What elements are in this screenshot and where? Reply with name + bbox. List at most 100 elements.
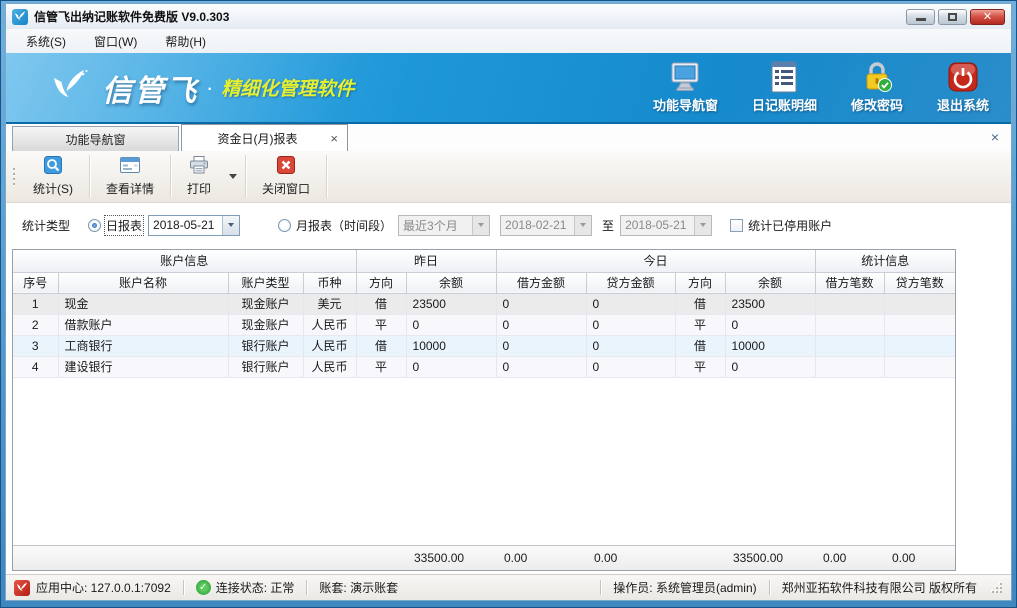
table-cell: 现金账户 (228, 293, 303, 314)
col-header-account-type[interactable]: 账户类型 (228, 272, 303, 293)
stopped-accounts-label[interactable]: 统计已停用账户 (748, 217, 832, 234)
lock-icon (860, 61, 894, 93)
summary-cell: 0.00 (586, 551, 675, 565)
monthly-preset-dropdown-arrow (472, 216, 489, 235)
table-cell: 建设银行 (58, 356, 228, 377)
monthly-report-radio[interactable] (278, 219, 291, 232)
detail-form-icon (120, 156, 140, 177)
daily-date-dropdown-arrow[interactable] (222, 216, 239, 235)
table-row[interactable]: 4建设银行银行账户人民币平000平0 (13, 356, 955, 377)
daily-report-radio[interactable] (88, 219, 101, 232)
table-cell: 平 (675, 314, 725, 335)
maximize-button[interactable] (938, 9, 967, 25)
table-cell (884, 293, 955, 314)
daily-report-label[interactable]: 日报表 (106, 217, 142, 234)
monitor-icon (668, 61, 702, 93)
banner: 信管飞 · 精细化管理软件 功能导航窗 日记账明细 (6, 53, 1011, 124)
copyright-text: 郑州亚拓软件科技有限公司 版权所有 (782, 579, 977, 596)
table-cell: 0 (496, 314, 586, 335)
table-cell: 10000 (725, 335, 815, 356)
brand-slogan: 精细化管理软件 (221, 74, 354, 101)
col-header-debit-count[interactable]: 借方笔数 (815, 272, 884, 293)
col-header-debit-amount[interactable]: 借方金额 (496, 272, 586, 293)
report-area: 账户信息 昨日 今日 统计信息 序号 账户名称 账户类型 币种 方向 余额 (6, 247, 1011, 574)
tab-nav-window[interactable]: 功能导航窗 (12, 126, 179, 151)
statistics-button[interactable]: 统计(S) (17, 151, 89, 202)
col-header-credit-amount[interactable]: 贷方金额 (586, 272, 675, 293)
table-cell: 0 (586, 293, 675, 314)
table-cell: 0 (725, 356, 815, 377)
group-header-account-info[interactable]: 账户信息 (13, 250, 356, 272)
minimize-button[interactable] (906, 9, 935, 25)
col-header-seq[interactable]: 序号 (13, 272, 58, 293)
toolbar: 统计(S) 查看详情 打印 关闭窗口 (6, 151, 1011, 203)
col-header-balance-yesterday[interactable]: 余额 (406, 272, 496, 293)
to-label: 至 (602, 217, 614, 234)
table-cell: 借款账户 (58, 314, 228, 335)
filter-bar: 统计类型 日报表 2018-05-21 月报表（时间段） 最近3个月 2018-… (6, 203, 1011, 247)
account-set-status: 账套: 演示账套 (319, 579, 398, 596)
summary-row: 33500.000.000.0033500.000.000.00 (13, 545, 955, 570)
view-detail-button[interactable]: 查看详情 (90, 151, 170, 202)
to-date-dropdown-arrow (694, 216, 711, 235)
table-cell: 0 (406, 356, 496, 377)
table-cell: 银行账户 (228, 356, 303, 377)
power-icon (946, 61, 980, 93)
table-cell: 平 (675, 356, 725, 377)
table-header: 账户信息 昨日 今日 统计信息 序号 账户名称 账户类型 币种 方向 余额 (13, 250, 955, 293)
tab-close-icon[interactable]: × (330, 132, 338, 145)
table-cell: 23500 (406, 293, 496, 314)
group-header-today[interactable]: 今日 (496, 250, 815, 272)
banner-action-exit-system[interactable]: 退出系统 (937, 61, 989, 114)
summary-cell: 0.00 (884, 551, 955, 565)
table-row[interactable]: 1现金现金账户美元借2350000借23500 (13, 293, 955, 314)
close-button[interactable]: ✕ (970, 9, 1005, 25)
toolbar-grip[interactable] (10, 151, 17, 202)
summary-cell: 33500.00 (406, 551, 496, 565)
col-header-direction-today[interactable]: 方向 (675, 272, 725, 293)
group-header-statistics[interactable]: 统计信息 (815, 250, 955, 272)
table-row[interactable]: 2借款账户现金账户人民币平000平0 (13, 314, 955, 335)
tabstrip-close-icon[interactable]: × (991, 130, 999, 144)
statistics-type-label: 统计类型 (22, 217, 70, 234)
print-dropdown-arrow[interactable] (229, 174, 237, 179)
banner-action-nav-window[interactable]: 功能导航窗 (653, 61, 718, 114)
col-header-credit-count[interactable]: 贷方笔数 (884, 272, 955, 293)
table-cell (815, 356, 884, 377)
col-header-account-name[interactable]: 账户名称 (58, 272, 228, 293)
monthly-report-label[interactable]: 月报表（时间段） (296, 217, 392, 234)
from-date-select: 2018-02-21 (500, 215, 592, 236)
close-window-icon (277, 156, 295, 177)
menu-help[interactable]: 帮助(H) (155, 30, 216, 53)
connection-status: 连接状态: 正常 (216, 579, 295, 596)
menu-window[interactable]: 窗口(W) (84, 30, 147, 53)
table-cell: 3 (13, 335, 58, 356)
table-cell: 0 (496, 293, 586, 314)
brand: 信管飞 · 精细化管理软件 (46, 65, 354, 111)
brand-logo-icon (46, 65, 92, 111)
table-cell: 0 (586, 314, 675, 335)
banner-action-change-password[interactable]: 修改密码 (851, 61, 903, 114)
resize-grip[interactable] (991, 582, 1003, 594)
col-header-direction-yesterday[interactable]: 方向 (356, 272, 406, 293)
table-cell: 人民币 (303, 335, 356, 356)
table-cell (884, 335, 955, 356)
table-row[interactable]: 3工商银行银行账户人民币借1000000借10000 (13, 335, 955, 356)
group-header-yesterday[interactable]: 昨日 (356, 250, 496, 272)
report-table: 账户信息 昨日 今日 统计信息 序号 账户名称 账户类型 币种 方向 余额 (13, 250, 955, 378)
stopped-accounts-checkbox[interactable] (730, 219, 743, 232)
table-cell: 10000 (406, 335, 496, 356)
print-button[interactable]: 打印 (171, 151, 227, 202)
table-cell: 1 (13, 293, 58, 314)
banner-action-journal-detail[interactable]: 日记账明细 (752, 61, 817, 114)
menu-system[interactable]: 系统(S) (16, 30, 76, 53)
tab-fund-daily-report[interactable]: 资金日(月)报表 × (181, 124, 348, 151)
close-window-button[interactable]: 关闭窗口 (246, 151, 326, 202)
col-header-currency[interactable]: 币种 (303, 272, 356, 293)
col-header-balance-today[interactable]: 余额 (725, 272, 815, 293)
daily-date-select[interactable]: 2018-05-21 (148, 215, 240, 236)
table-cell: 借 (356, 293, 406, 314)
table-cell: 0 (496, 335, 586, 356)
summary-cell: 33500.00 (725, 551, 815, 565)
status-logo-icon (14, 580, 30, 596)
